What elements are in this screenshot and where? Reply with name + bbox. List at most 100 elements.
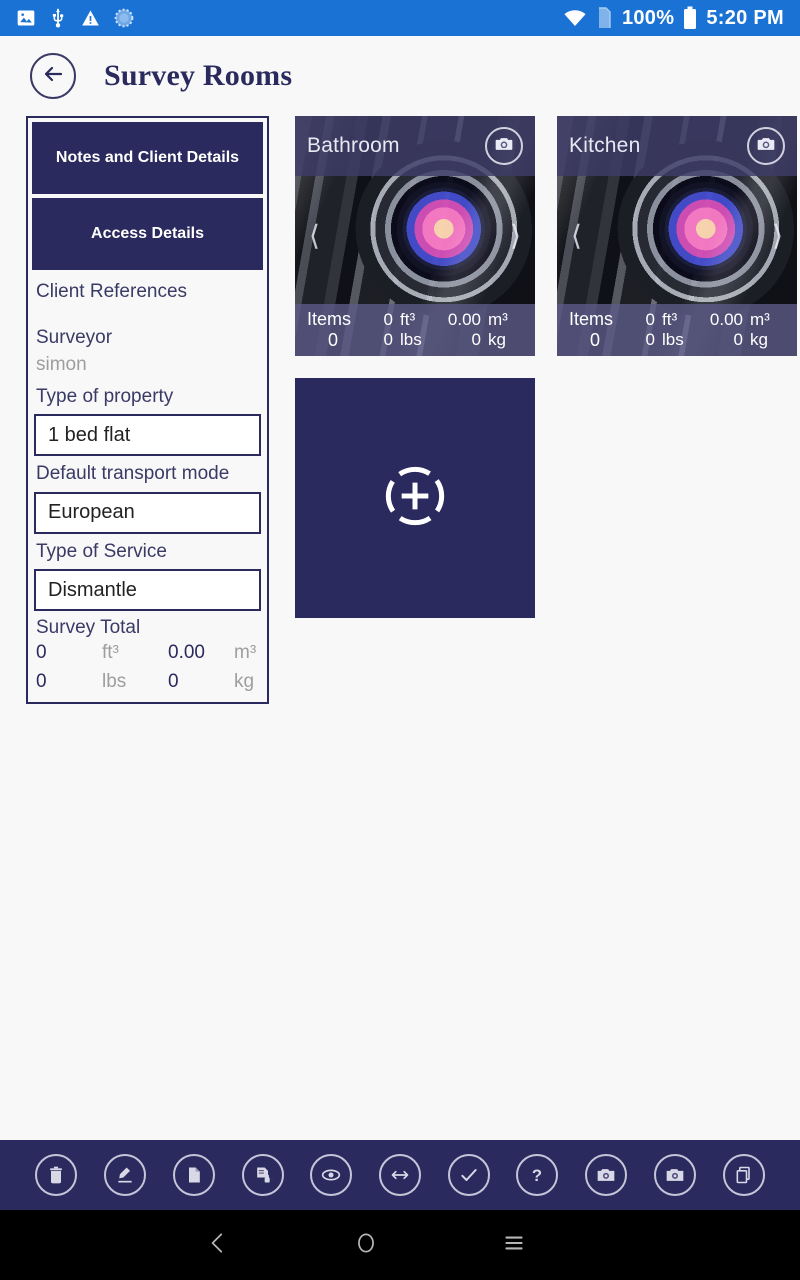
room-volume-ft-value: 0 — [645, 310, 655, 329]
nav-home-button[interactable] — [353, 1230, 379, 1261]
survey-total-weight-row: 0 lbs 0 kg — [32, 668, 263, 697]
surveyor-label: Surveyor — [36, 326, 113, 348]
survey-total-kg-value: 0 — [168, 670, 179, 692]
delete-button[interactable] — [35, 1154, 78, 1196]
battery-full-icon — [683, 6, 697, 30]
room-volume-row: 0 ft³ 0.00 m³ — [621, 310, 785, 330]
access-details-button[interactable]: Access Details — [32, 198, 263, 270]
survey-total-heading: Survey Total — [36, 617, 141, 639]
android-nav-bar — [0, 1210, 800, 1280]
room-items-label: Items — [307, 309, 352, 329]
camera-alt-icon — [665, 1165, 685, 1185]
resize-button[interactable] — [378, 1154, 421, 1196]
room-volume-ft-value: 0 — [383, 310, 393, 329]
svg-text:?: ? — [532, 1166, 542, 1185]
wifi-icon — [563, 8, 587, 28]
type-of-service-input[interactable]: Dismantle — [34, 569, 261, 612]
room-volume-ft-unit: ft³ — [400, 310, 416, 329]
room-card-grid: Bathroom ⟨ ⟩ Items 0 0 ft³ 0.00 m³ 0 lbs… — [295, 116, 800, 618]
room-items-count: 0 — [589, 330, 600, 350]
new-document-button[interactable] — [172, 1154, 215, 1196]
type-of-service-label: Type of Service — [36, 540, 167, 562]
warning-triangle-icon — [80, 8, 101, 28]
room-weight-kg-unit: kg — [488, 330, 506, 349]
room-items-block: Items 0 — [569, 309, 621, 351]
room-prev-photo-button[interactable]: ⟨ — [309, 222, 320, 250]
room-weight-lbs-unit: lbs — [662, 330, 684, 349]
room-card-footer: Items 0 0 ft³ 0.00 m³ 0 lbs 0 kg — [557, 304, 797, 356]
survey-total-lbs-value: 0 — [36, 670, 47, 692]
camera-icon — [756, 134, 776, 159]
content-grid: Notes and Client Details Access Details … — [26, 116, 800, 705]
app-bar: Survey Rooms — [0, 36, 800, 116]
room-metrics-block: 0 ft³ 0.00 m³ 0 lbs 0 kg — [621, 310, 785, 350]
duplicate-button[interactable] — [722, 1154, 765, 1196]
secure-document-button[interactable] — [241, 1154, 284, 1196]
room-next-photo-button[interactable]: ⟩ — [510, 222, 521, 250]
room-volume-ft-unit: ft³ — [662, 310, 678, 329]
preview-button[interactable] — [310, 1154, 353, 1196]
bottom-toolbar: ? — [0, 1140, 800, 1210]
room-volume-row: 0 ft³ 0.00 m³ — [359, 310, 523, 330]
clock-time: 5:20 PM — [706, 6, 784, 29]
room-items-label: Items — [569, 309, 614, 329]
take-photo-button[interactable] — [585, 1154, 628, 1196]
trash-icon — [46, 1165, 66, 1185]
survey-total-m-unit: m³ — [234, 642, 257, 664]
room-card[interactable]: Bathroom ⟨ ⟩ Items 0 0 ft³ 0.00 m³ 0 lbs… — [295, 116, 535, 356]
room-weight-kg-value: 0 — [733, 330, 743, 349]
survey-total-m-value: 0.00 — [168, 642, 205, 664]
room-prev-photo-button[interactable]: ⟨ — [571, 222, 582, 250]
room-volume-m-unit: m³ — [750, 310, 770, 329]
nav-back-icon — [205, 1230, 231, 1261]
room-volume-m-unit: m³ — [488, 310, 508, 329]
survey-info-panel: Notes and Client Details Access Details … — [26, 116, 269, 705]
default-transport-mode-label: Default transport mode — [36, 463, 230, 485]
back-arrow-icon — [41, 62, 65, 91]
sim-card-icon — [596, 7, 613, 29]
nav-back-button[interactable] — [205, 1230, 231, 1261]
camera-icon — [494, 134, 514, 159]
main-content: Notes and Client Details Access Details … — [0, 116, 800, 705]
room-card-footer: Items 0 0 ft³ 0.00 m³ 0 lbs 0 kg — [295, 304, 535, 356]
room-items-block: Items 0 — [307, 309, 359, 351]
client-references-heading: Client References — [36, 281, 188, 302]
help-button[interactable]: ? — [516, 1154, 559, 1196]
gallery-photo-button[interactable] — [653, 1154, 696, 1196]
nav-recents-button[interactable] — [501, 1230, 527, 1261]
type-of-property-input[interactable]: 1 bed flat — [34, 414, 261, 457]
check-icon — [458, 1165, 480, 1185]
survey-total-kg-unit: kg — [234, 670, 255, 692]
add-room-target-icon — [375, 456, 455, 541]
copy-pages-icon — [734, 1165, 754, 1185]
room-weight-kg-value: 0 — [471, 330, 481, 349]
room-items-count: 0 — [327, 330, 338, 350]
notes-and-client-details-button[interactable]: Notes and Client Details — [32, 122, 263, 194]
resize-horizontal-icon — [389, 1165, 411, 1185]
add-room-button[interactable] — [295, 378, 535, 618]
room-camera-button[interactable] — [747, 127, 785, 165]
confirm-button[interactable] — [447, 1154, 490, 1196]
room-name: Bathroom — [307, 134, 400, 157]
survey-total-lbs-unit: lbs — [102, 670, 127, 692]
nav-home-icon — [353, 1230, 379, 1261]
room-camera-button[interactable] — [485, 127, 523, 165]
room-volume-m-value: 0.00 — [709, 310, 743, 329]
usb-icon — [49, 7, 67, 29]
room-weight-lbs-unit: lbs — [400, 330, 422, 349]
type-of-property-label: Type of property — [36, 385, 174, 407]
signature-pen-icon — [115, 1165, 135, 1185]
room-weight-kg-unit: kg — [750, 330, 768, 349]
room-volume-m-value: 0.00 — [447, 310, 481, 329]
page-title: Survey Rooms — [104, 59, 293, 92]
signature-button[interactable] — [104, 1154, 147, 1196]
room-card[interactable]: Kitchen ⟨ ⟩ Items 0 0 ft³ 0.00 m³ 0 lbs … — [557, 116, 797, 356]
room-weight-lbs-value: 0 — [645, 330, 655, 349]
room-name: Kitchen — [569, 134, 641, 157]
room-next-photo-button[interactable]: ⟩ — [772, 222, 783, 250]
room-card-header: Bathroom — [295, 116, 535, 176]
survey-total-volume-row: 0 ft³ 0.00 m³ — [32, 639, 263, 668]
default-transport-mode-input[interactable]: European — [34, 491, 261, 534]
sync-circle-icon — [114, 8, 134, 28]
back-button[interactable] — [30, 53, 76, 99]
